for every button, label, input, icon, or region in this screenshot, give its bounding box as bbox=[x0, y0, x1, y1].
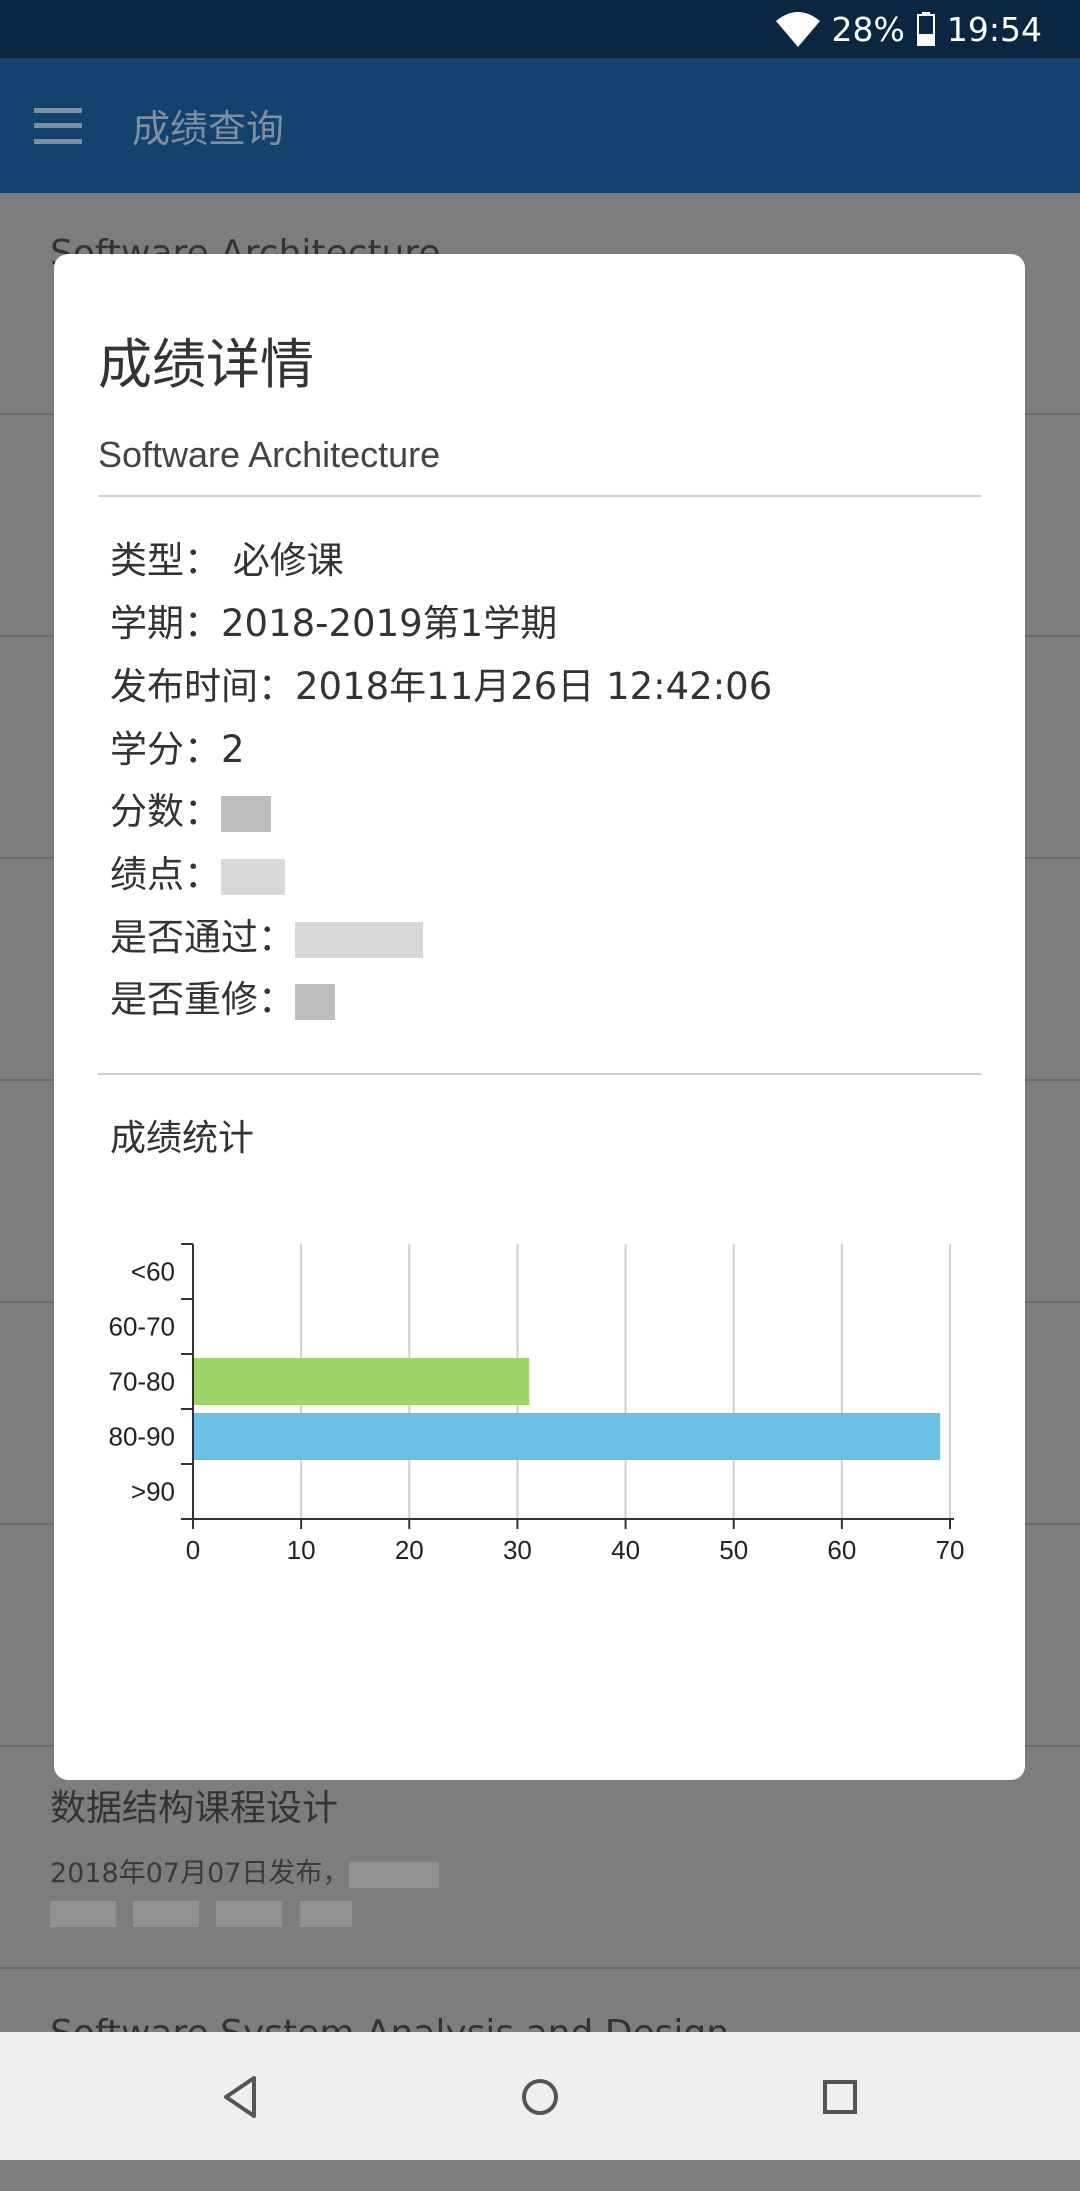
detail-score: 分数： bbox=[110, 781, 271, 835]
app-bar: 成绩查询 bbox=[0, 58, 1080, 193]
list-item-subtitle: 2018年07月07日发布， bbox=[50, 1851, 440, 1890]
x-tick-label: 40 bbox=[611, 1535, 640, 1565]
list-item-title: 数据结构课程设计 bbox=[50, 1788, 339, 1829]
app-title: 成绩查询 bbox=[132, 107, 285, 151]
detail-credit: 学分：2 bbox=[110, 728, 245, 771]
y-tick-label: 70-80 bbox=[109, 1367, 176, 1397]
redacted-value bbox=[221, 858, 285, 895]
y-tick-label: 80-90 bbox=[109, 1422, 176, 1452]
list-item[interactable]: 数据结构课程设计 2018年07月07日发布， bbox=[0, 1747, 1080, 1969]
home-circle-icon[interactable] bbox=[505, 2062, 575, 2132]
back-triangle-icon[interactable] bbox=[204, 2062, 274, 2132]
clock: 19:54 bbox=[946, 9, 1042, 49]
wifi-icon bbox=[775, 12, 820, 47]
redacted-value bbox=[295, 921, 423, 958]
list-item-redacted bbox=[50, 1897, 352, 1928]
y-tick-label: >90 bbox=[131, 1477, 175, 1507]
grade-detail-dialog: 成绩详情 Software Architecture 类型： 必修课 学期：20… bbox=[54, 254, 1025, 1780]
detail-publish-time: 发布时间：2018年11月26日 12:42:06 bbox=[110, 665, 773, 708]
redacted-value bbox=[295, 983, 335, 1020]
x-tick-label: 60 bbox=[827, 1535, 856, 1565]
x-tick-label: 0 bbox=[186, 1535, 200, 1565]
detail-type: 类型： 必修课 bbox=[110, 539, 344, 582]
stats-title: 成绩统计 bbox=[110, 1118, 255, 1159]
grade-distribution-chart: <60 60-70 70-80 80-90 >90 0 10 20 30 40 50 60 70 bbox=[109, 1243, 965, 1565]
detail-passed: 是否通过： bbox=[110, 907, 423, 961]
detail-term: 学期：2018-2019第1学期 bbox=[110, 602, 558, 645]
x-tick-label: 10 bbox=[287, 1535, 316, 1565]
redacted-value bbox=[221, 795, 271, 832]
divider bbox=[98, 1073, 981, 1075]
x-tick-label: 50 bbox=[719, 1535, 748, 1565]
dialog-title: 成绩详情 bbox=[98, 333, 314, 396]
battery-percentage: 28% bbox=[831, 9, 905, 49]
course-name: Software Architecture bbox=[98, 434, 441, 475]
hamburger-menu-icon[interactable] bbox=[34, 107, 82, 144]
x-tick-label: 70 bbox=[936, 1535, 965, 1565]
x-tick-label: 30 bbox=[503, 1535, 532, 1565]
bar bbox=[194, 1413, 941, 1460]
navigation-bar bbox=[0, 2032, 1080, 2160]
battery-icon bbox=[916, 12, 935, 46]
bar bbox=[194, 1358, 530, 1405]
recents-square-icon[interactable] bbox=[805, 2062, 875, 2132]
y-tick-label: <60 bbox=[131, 1257, 175, 1287]
y-tick-label: 60-70 bbox=[109, 1312, 176, 1342]
x-tick-label: 20 bbox=[395, 1535, 424, 1565]
detail-gpa: 绩点： bbox=[110, 844, 285, 898]
divider bbox=[98, 495, 981, 497]
status-bar: 28% 19:54 bbox=[0, 0, 1080, 58]
detail-retake: 是否重修： bbox=[110, 969, 335, 1023]
